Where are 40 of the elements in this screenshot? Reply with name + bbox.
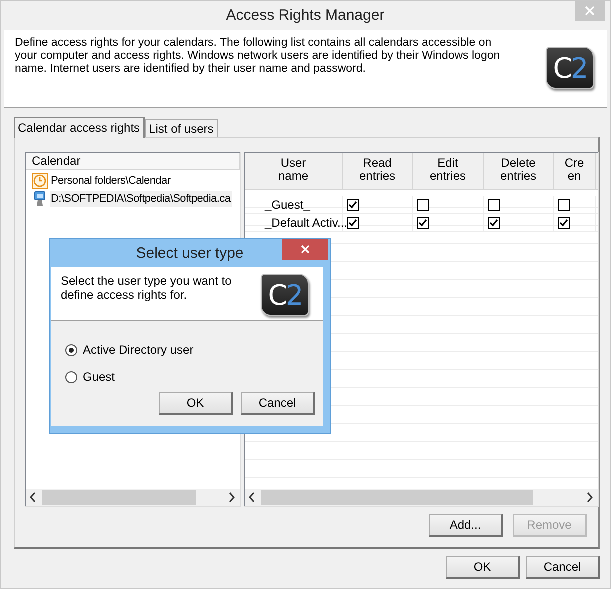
- cancel-button[interactable]: Cancel: [241, 392, 315, 415]
- radio-label[interactable]: Active Directory user: [83, 343, 194, 357]
- ok-button[interactable]: OK: [159, 392, 233, 415]
- close-button[interactable]: [282, 239, 328, 260]
- radio-label[interactable]: Guest: [83, 370, 116, 384]
- empty-checkbox-icon[interactable]: [417, 198, 429, 210]
- tab[interactable]: List of users: [145, 119, 218, 137]
- column-header: User name: [245, 153, 343, 189]
- description-text: Define access rights for your calendars. The following list contains all calendars accessible on your computer and access rights. Windows network users are identified by their Windows logon name. Internet users are identified by their user name and password.: [15, 37, 502, 77]
- radio-button[interactable]: [65, 370, 78, 384]
- column-header: Cre en: [554, 153, 596, 189]
- add-button[interactable]: Add...: [429, 514, 503, 537]
- app-logo: C2: [261, 274, 309, 316]
- clock-icon: [32, 173, 48, 189]
- dialog-title: Select user type: [136, 244, 244, 262]
- empty-checkbox-icon[interactable]: [558, 198, 570, 210]
- close-icon: [585, 6, 595, 16]
- app-logo: C2: [546, 47, 594, 89]
- empty-checkbox-icon[interactable]: [488, 198, 500, 210]
- checked-checkbox-icon[interactable]: [347, 216, 359, 228]
- cancel-button[interactable]: Cancel: [526, 556, 600, 579]
- column-header: Calendar: [26, 153, 240, 170]
- checked-checkbox-icon[interactable]: [488, 216, 500, 228]
- user-name-cell: _Guest_: [245, 196, 343, 213]
- selected-radio-button[interactable]: [65, 344, 78, 356]
- column-header: Delete entries: [484, 153, 554, 189]
- calendar-item[interactable]: D:\SOFTPEDIA\Softpedia\Softpedia.ca: [50, 191, 232, 207]
- window-title: Access Rights Manager: [226, 7, 385, 24]
- column-header: Edit entries: [413, 153, 484, 189]
- column-header: Read entries: [343, 153, 413, 189]
- computer-icon: [32, 191, 48, 207]
- checked-checkbox-icon[interactable]: [558, 216, 570, 228]
- close-icon: [300, 245, 310, 254]
- checked-checkbox-icon[interactable]: [347, 198, 359, 210]
- calendar-item[interactable]: Personal folders\Calendar: [50, 173, 172, 189]
- tab[interactable]: Calendar access rights: [14, 117, 146, 138]
- ok-button[interactable]: OK: [446, 556, 520, 579]
- remove-button: Remove: [513, 514, 587, 537]
- checked-checkbox-icon[interactable]: [417, 216, 429, 228]
- dialog-prompt: Select the user type you want to define access rights for.: [61, 274, 233, 304]
